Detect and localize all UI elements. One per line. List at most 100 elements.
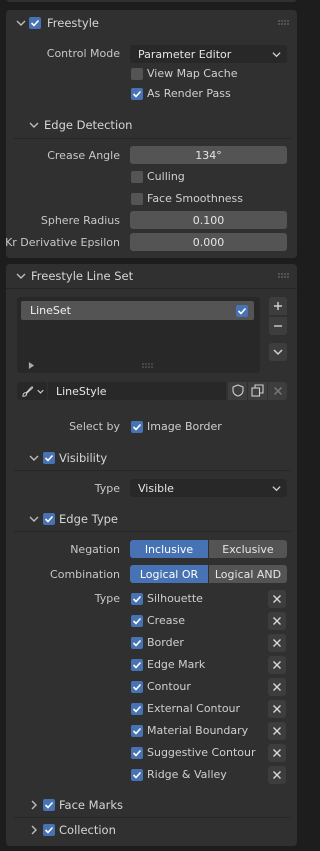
collection-expand-icon[interactable]	[29, 825, 39, 835]
face-marks-title: Face Marks	[59, 798, 124, 812]
select-by-label: Select by	[69, 420, 120, 433]
drag-grip-icon[interactable]	[278, 273, 290, 279]
face-smoothness-label: Face Smoothness	[147, 192, 244, 205]
chevron-down-icon	[37, 389, 44, 394]
culling-label: Culling	[147, 170, 185, 183]
kr-derivative-epsilon-field[interactable]: 0.000	[130, 233, 287, 251]
visibility-chevron-icon[interactable]	[29, 453, 39, 463]
collapse-chevron-icon[interactable]	[16, 18, 26, 28]
edge-type-checkbox-7[interactable]	[131, 747, 143, 759]
face-marks-checkbox[interactable]	[43, 799, 55, 811]
brush-icon	[22, 386, 34, 397]
edge-type-chevron-icon[interactable]	[29, 514, 39, 524]
lineset-panel-title: Freestyle Line Set	[31, 269, 134, 283]
divider	[6, 288, 297, 289]
divider	[14, 531, 291, 532]
edge-type-checkbox-8[interactable]	[131, 769, 143, 781]
previous-panel-edge	[6, 0, 297, 2]
culling-checkbox[interactable]	[131, 171, 143, 183]
view-map-cache-label: View Map Cache	[147, 67, 238, 80]
list-resize-grip-icon[interactable]	[142, 363, 154, 369]
edge-type-checkbox-6[interactable]	[131, 725, 143, 737]
sphere-radius-field[interactable]: 0.100	[130, 211, 287, 229]
as-render-pass-label: As Render Pass	[147, 87, 231, 100]
edge-type-label-4: Contour	[147, 680, 191, 693]
edge-type-checkbox-5[interactable]	[131, 703, 143, 715]
edge-type-label-6: Material Boundary	[147, 724, 249, 737]
close-icon	[273, 683, 281, 691]
collection-title: Collection	[59, 823, 116, 837]
plus-icon	[274, 302, 282, 310]
combination-label: Combination	[50, 568, 120, 581]
drag-grip-icon[interactable]	[278, 20, 290, 26]
edge-type-exclude-button-7[interactable]	[268, 744, 286, 762]
as-render-pass-checkbox[interactable]	[131, 88, 143, 100]
control-mode-label: Control Mode	[46, 47, 120, 60]
lineset-specials-button[interactable]	[269, 343, 287, 361]
collection-checkbox[interactable]	[43, 824, 55, 836]
visibility-type-dropdown[interactable]: Visible	[130, 479, 287, 497]
lineset-item-checkbox[interactable]	[236, 305, 248, 317]
edge-type-exclude-button-5[interactable]	[268, 700, 286, 718]
remove-lineset-button[interactable]	[269, 317, 287, 335]
close-icon	[274, 387, 282, 395]
edge-type-exclude-button-4[interactable]	[268, 678, 286, 696]
linestyle-name: LineStyle	[56, 385, 107, 398]
edge-type-checkbox-4[interactable]	[131, 681, 143, 693]
edge-detection-title: Edge Detection	[44, 118, 133, 132]
negation-inclusive-option[interactable]: Inclusive	[130, 540, 208, 558]
crease-angle-field[interactable]: 134°	[130, 146, 287, 164]
lineset-collapse-chevron-icon[interactable]	[16, 271, 26, 281]
close-icon	[273, 639, 281, 647]
close-icon	[273, 705, 281, 713]
edge-type-checkbox-3[interactable]	[131, 659, 143, 671]
chevron-down-icon	[272, 52, 281, 58]
edge-type-checkbox-1[interactable]	[131, 615, 143, 627]
negation-exclusive-option[interactable]: Exclusive	[209, 540, 287, 558]
face-marks-expand-icon[interactable]	[29, 800, 39, 810]
edge-type-checkbox[interactable]	[43, 513, 55, 525]
visibility-type-label: Type	[94, 482, 120, 495]
edge-type-exclude-button-3[interactable]	[268, 656, 286, 674]
visibility-checkbox[interactable]	[43, 452, 55, 464]
combination-logical-or-option[interactable]: Logical OR	[130, 565, 208, 583]
close-icon	[273, 749, 281, 757]
negation-toggle: Inclusive Exclusive	[130, 540, 287, 558]
duplicate-icon	[251, 384, 264, 397]
edge-type-label-8: Ridge & Valley	[147, 768, 227, 781]
minus-icon	[274, 325, 282, 327]
edge-type-exclude-button-8[interactable]	[268, 766, 286, 784]
view-map-cache-checkbox[interactable]	[131, 68, 143, 80]
edge-type-checkbox-0[interactable]	[131, 593, 143, 605]
edge-detection-chevron-icon[interactable]	[29, 120, 39, 130]
close-icon	[273, 617, 281, 625]
lineset-item-name: LineSet	[30, 304, 71, 317]
image-border-label: Image Border	[147, 420, 222, 433]
freestyle-enable-checkbox[interactable]	[29, 17, 41, 29]
visibility-type-value: Visible	[138, 481, 174, 495]
edge-type-exclude-button-1[interactable]	[268, 612, 286, 630]
divider	[14, 817, 291, 818]
edge-type-exclude-button-6[interactable]	[268, 722, 286, 740]
combination-logical-and-option[interactable]: Logical AND	[209, 565, 287, 583]
kr-derivative-epsilon-label: Kr Derivative Epsilon	[5, 236, 120, 249]
freestyle-panel-title: Freestyle	[47, 16, 99, 30]
face-smoothness-checkbox[interactable]	[131, 193, 143, 205]
edge-type-label-5: External Contour	[147, 702, 241, 715]
control-mode-dropdown[interactable]: Parameter Editor	[130, 45, 287, 63]
crease-angle-label: Crease Angle	[47, 149, 120, 162]
edge-type-title: Edge Type	[59, 512, 119, 526]
edge-type-label-1: Crease	[147, 614, 185, 627]
shield-icon	[232, 384, 244, 397]
list-expand-triangle-icon[interactable]	[28, 362, 35, 369]
add-lineset-button[interactable]	[269, 297, 287, 315]
close-icon	[273, 771, 281, 779]
control-mode-value: Parameter Editor	[138, 47, 232, 61]
edge-type-checkbox-2[interactable]	[131, 637, 143, 649]
image-border-checkbox[interactable]	[131, 421, 143, 433]
edge-types-label: Type	[94, 592, 120, 605]
edge-type-label-2: Border	[147, 636, 184, 649]
close-icon	[273, 595, 281, 603]
edge-type-exclude-button-0[interactable]	[268, 590, 286, 608]
edge-type-exclude-button-2[interactable]	[268, 634, 286, 652]
